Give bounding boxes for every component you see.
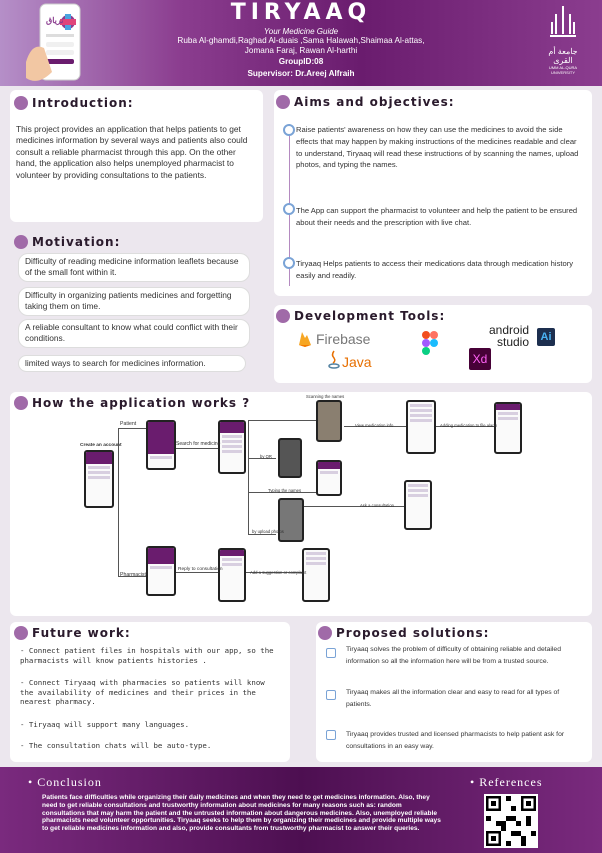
bullet-dot-icon: [276, 95, 290, 109]
flow-label: Add a suggestion or complaint: [250, 570, 307, 575]
pharmacist-icon: [326, 730, 336, 740]
screen-reply: [218, 548, 246, 602]
motivation-item: Difficulty in organizing patients medici…: [18, 287, 250, 316]
flow-line: [176, 572, 218, 573]
illustrator-icon: Ai: [537, 328, 555, 346]
group-id: GroupID:08: [278, 57, 324, 66]
figma-icon: [422, 331, 438, 355]
flow-line: [176, 448, 218, 449]
book-icon: [326, 690, 336, 700]
screen-scan: [316, 400, 342, 442]
screen-pharmacist-home: [146, 546, 176, 596]
flow-label: Scanning the names: [306, 394, 345, 399]
poster-title: TIRYAAQ: [230, 0, 372, 25]
target-icon: [283, 124, 295, 136]
university-emblem-icon: [550, 6, 576, 37]
proposed-heading: Proposed solutions:: [318, 626, 489, 640]
screen-upload: [278, 498, 304, 542]
flow-label: Pharmacist: [120, 572, 146, 578]
bullet-dot-icon: [14, 96, 28, 110]
authors-line-2: Jomana Faraj, Rawan Al-harthi: [244, 46, 358, 55]
flow-label: View medication info: [355, 423, 394, 428]
motivation-heading: Motivation:: [14, 235, 120, 249]
flow-label: Ask a consultation: [360, 503, 394, 508]
conclusion-heading: • Conclusion: [28, 775, 102, 789]
flow-label: by QR: [260, 454, 272, 459]
screen-add-medication: [494, 402, 522, 454]
flow-label: Typing the names: [268, 488, 302, 493]
java-label: Java: [342, 354, 372, 370]
tools-heading: Development Tools:: [276, 309, 445, 323]
firebase-label: Firebase: [316, 331, 371, 347]
motivation-item: A reliable consultant to know what could…: [18, 319, 250, 348]
flow-label: Search for medicine: [176, 441, 221, 447]
proposed-item: Tiryaaq makes all the information clear …: [346, 689, 560, 708]
screen-consultation: [404, 480, 432, 530]
authors: Ruba Al-ghamdi,Raghad Al-duais ,Sama Hal…: [0, 36, 602, 56]
aim-item: Raise patients' awareness on how they ca…: [296, 125, 579, 170]
motivation-item: limited ways to search for medicines inf…: [18, 355, 246, 373]
android-studio-label-2: studio: [497, 335, 530, 349]
future-item: - The consultation chats will be auto-ty…: [20, 741, 212, 750]
flow-label: Reply to consultation: [178, 567, 223, 572]
flow-line: [248, 420, 316, 421]
university-logo: جامعة أم القرى UMM AL-QURA UNIVERSITY: [538, 4, 588, 75]
future-item: - Connect Tiryaaq with pharmacies so pat…: [20, 678, 265, 707]
university-name-ar: جامعة أم القرى: [548, 47, 578, 65]
target-icon: [283, 257, 295, 269]
motivation-item: Difficulty of reading medicine informati…: [18, 253, 250, 282]
screen-search: [218, 420, 246, 474]
screen-create-account: [84, 450, 114, 508]
poster-subtitle: Your Medicine Guide: [263, 27, 339, 36]
firebase-icon: [298, 331, 312, 347]
qr-code-icon[interactable]: [484, 794, 538, 848]
aims-heading: Aims and objectives:: [276, 95, 455, 109]
how-heading: How the application works ?: [14, 396, 250, 410]
flow-label: Patient: [120, 421, 137, 427]
bullet-dot-icon: [14, 626, 28, 640]
java-icon: [328, 350, 340, 370]
future-item: - Tiryaaq will support many languages.: [20, 720, 190, 729]
flow-label: by upload photos: [252, 529, 284, 534]
flow-line: [118, 428, 146, 429]
aim-item: The App can support the pharmacist to vo…: [296, 206, 578, 227]
future-item: - Connect patient files in hospitals wit…: [20, 646, 274, 665]
future-heading: Future work:: [14, 626, 131, 640]
flow-line: [248, 420, 249, 534]
screen-suggestion: [302, 548, 330, 602]
authors-line-1: Ruba Al-ghamdi,Raghad Al-duais ,Sama Hal…: [177, 36, 425, 45]
document-icon: [326, 648, 336, 658]
screen-qr: [278, 438, 302, 478]
proposed-item: Tiryaaq provides trusted and licensed ph…: [346, 731, 565, 750]
xd-icon: Xd: [469, 348, 491, 370]
references-heading: • References: [470, 775, 543, 789]
flow-line: [248, 534, 276, 535]
conclusion-text: Patients face difficulties while organiz…: [42, 794, 441, 833]
supervisor: Supervisor: Dr.Areej Alfraih: [247, 69, 355, 78]
flow-line: [118, 428, 119, 576]
screen-view-info: [406, 400, 436, 454]
bullet-dot-icon: [14, 396, 28, 410]
flow-label: Adding medication to file alarm: [440, 423, 498, 428]
android-studio-logo: android studio: [489, 324, 529, 348]
bullet-dot-icon: [276, 309, 290, 323]
introduction-heading: Introduction:: [14, 96, 134, 110]
flow-label: Create an account: [80, 443, 122, 448]
bullet-dot-icon: [318, 626, 332, 640]
introduction-text: This project provides an application tha…: [16, 124, 248, 180]
university-name-en: UMM AL-QURA UNIVERSITY: [548, 65, 578, 75]
screen-typing: [316, 460, 342, 496]
target-icon: [283, 203, 295, 215]
aim-item: Tiryaaq Helps patients to access their m…: [296, 259, 574, 280]
bullet-dot-icon: [14, 235, 28, 249]
proposed-item: Tiryaaq solves the problem of difficulty…: [346, 646, 561, 665]
screen-patient-home: [146, 420, 176, 470]
